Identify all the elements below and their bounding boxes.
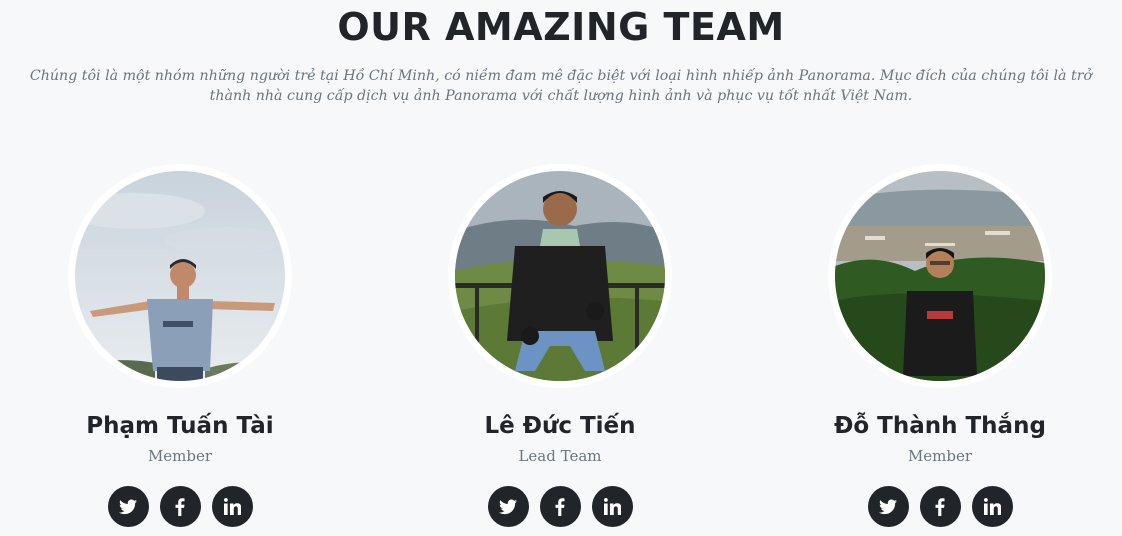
section-title: OUR AMAZING TEAM	[337, 5, 785, 49]
team-member-card: Đỗ Thành Thắng Member	[790, 164, 1090, 527]
member-name: Đỗ Thành Thắng	[834, 413, 1046, 439]
avatar	[455, 171, 665, 381]
twitter-icon	[879, 499, 897, 514]
facebook-button[interactable]	[539, 486, 581, 527]
facebook-button[interactable]	[159, 486, 201, 527]
twitter-icon	[119, 499, 137, 514]
twitter-button[interactable]	[487, 486, 529, 527]
twitter-button[interactable]	[107, 486, 149, 527]
twitter-button[interactable]	[867, 486, 909, 527]
twitter-icon	[499, 499, 517, 514]
social-links	[30, 486, 330, 527]
linkedin-icon	[603, 498, 621, 515]
avatar	[75, 171, 285, 381]
avatar	[835, 171, 1045, 381]
social-links	[790, 486, 1090, 527]
linkedin-icon	[223, 498, 241, 515]
linkedin-button[interactable]	[591, 486, 633, 527]
team-member-card: Lê Đức Tiến Lead Team	[410, 164, 710, 527]
linkedin-icon	[983, 498, 1001, 515]
member-role: Lead Team	[518, 447, 602, 465]
member-name: Lê Đức Tiến	[484, 413, 636, 439]
social-links	[410, 486, 710, 527]
facebook-icon	[935, 497, 945, 516]
avatar-frame	[448, 164, 672, 388]
avatar-frame	[68, 164, 292, 388]
team-member-card: Phạm Tuấn Tài Member	[30, 164, 330, 527]
member-name: Phạm Tuấn Tài	[86, 413, 274, 439]
section-subtitle: Chúng tôi là một nhóm những người trẻ tạ…	[29, 68, 1093, 104]
facebook-icon	[175, 497, 185, 516]
avatar-frame	[828, 164, 1052, 388]
linkedin-button[interactable]	[971, 486, 1013, 527]
linkedin-button[interactable]	[211, 486, 253, 527]
facebook-button[interactable]	[919, 486, 961, 527]
member-role: Member	[147, 447, 213, 465]
member-role: Member	[907, 447, 973, 465]
facebook-icon	[555, 497, 565, 516]
